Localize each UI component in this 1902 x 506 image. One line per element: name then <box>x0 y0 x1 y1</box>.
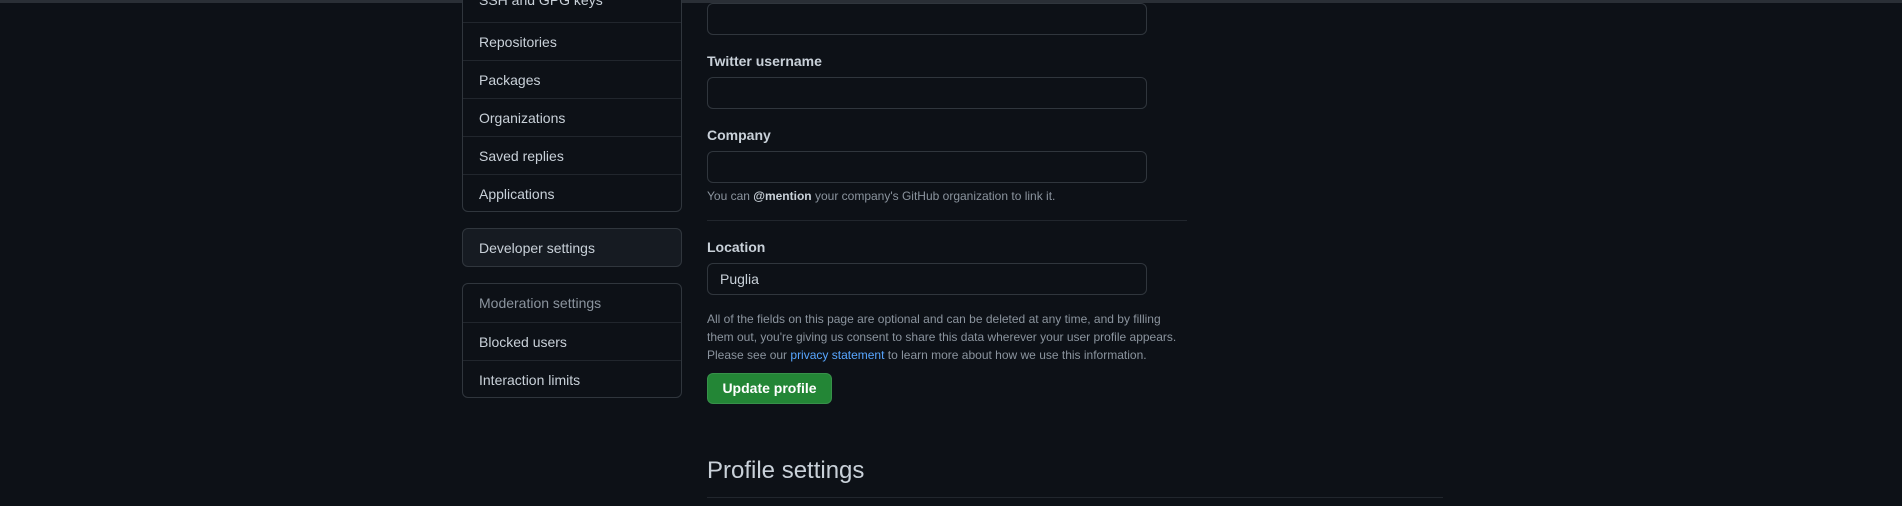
profile-disclaimer: All of the fields on this page are optio… <box>707 310 1187 364</box>
location-input[interactable] <box>707 263 1147 295</box>
form-divider <box>707 220 1187 221</box>
disclaimer-suffix: to learn more about how we use this info… <box>884 348 1147 362</box>
company-hint-mention: @mention <box>753 189 812 203</box>
section-divider <box>707 497 1443 498</box>
company-hint: You can @mention your company's GitHub o… <box>707 187 1187 205</box>
sidebar-item-interaction-limits[interactable]: Interaction limits <box>463 360 681 398</box>
company-label: Company <box>707 127 771 143</box>
company-hint-prefix: You can <box>707 189 754 203</box>
privacy-statement-link[interactable]: privacy statement <box>790 348 884 362</box>
top-field-input[interactable] <box>707 3 1147 35</box>
location-label: Location <box>707 239 766 255</box>
twitter-username-input[interactable] <box>707 77 1147 109</box>
sidebar-item-ssh-gpg-keys[interactable]: SSH and GPG keys <box>463 0 681 22</box>
sidebar-item-saved-replies[interactable]: Saved replies <box>463 136 681 174</box>
company-hint-suffix: your company's GitHub organization to li… <box>811 189 1056 203</box>
settings-menu-developer: Developer settings <box>462 228 682 267</box>
profile-settings-heading: Profile settings <box>707 457 865 484</box>
company-input[interactable] <box>707 151 1147 183</box>
update-profile-button[interactable]: Update profile <box>707 373 832 404</box>
sidebar-item-organizations[interactable]: Organizations <box>463 98 681 136</box>
twitter-username-label: Twitter username <box>707 53 822 69</box>
sidebar-item-packages[interactable]: Packages <box>463 60 681 98</box>
sidebar-item-repositories[interactable]: Repositories <box>463 22 681 60</box>
settings-menu-primary: SSH and GPG keys Repositories Packages O… <box>462 0 682 212</box>
sidebar-item-blocked-users[interactable]: Blocked users <box>463 322 681 360</box>
settings-menu-moderation: Moderation settings Blocked users Intera… <box>462 283 682 398</box>
sidebar-item-applications[interactable]: Applications <box>463 174 681 212</box>
sidebar-item-developer-settings[interactable]: Developer settings <box>463 229 681 267</box>
moderation-settings-heading: Moderation settings <box>479 295 602 311</box>
